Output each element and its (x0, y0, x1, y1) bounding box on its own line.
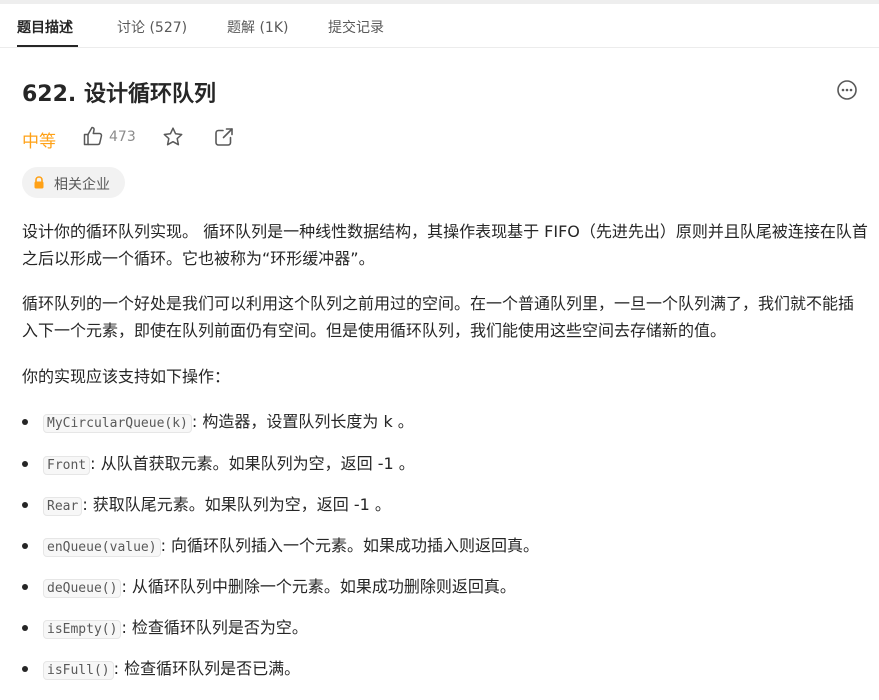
tab-submissions[interactable]: 提交记录 (328, 17, 384, 37)
problem-meta: 中等 473 (22, 125, 422, 152)
operation-description: : 从队首获取元素。如果队列为空，返回 -1 。 (90, 454, 415, 473)
star-icon[interactable] (162, 126, 184, 148)
inline-code: Rear (43, 497, 83, 516)
description-paragraph: 设计你的循环队列实现。 循环队列是一种线性数据结构，其操作表现基于 FIFO（先… (22, 222, 868, 268)
tab-bar: 题目描述 讨论 (527) 题解 (1K) 提交记录 (0, 4, 879, 48)
inline-code: enQueue(value) (43, 538, 161, 557)
bullet (22, 625, 28, 631)
operation-description: : 构造器，设置队列长度为 k 。 (191, 412, 414, 431)
bullet (22, 584, 28, 590)
lock-icon (34, 176, 44, 189)
problem-title: 622. 设计循环队列 (22, 82, 216, 107)
inline-code: deQueue() (43, 579, 122, 598)
description-paragraph: 你的实现应该支持如下操作： (22, 367, 231, 386)
bullet (22, 502, 28, 508)
operation-description: : 向循环队列插入一个元素。如果成功插入则返回真。 (160, 536, 540, 555)
bullet (22, 666, 28, 672)
inline-code: isEmpty() (43, 620, 122, 639)
tab-solutions[interactable]: 题解 (1K) (227, 17, 288, 37)
more-icon[interactable] (836, 79, 858, 101)
description-paragraph: 循环队列的一个好处是我们可以利用这个队列之前用过的空间。在一个普通队列里，一旦一… (22, 294, 855, 340)
tab-discussion[interactable]: 讨论 (527) (117, 17, 187, 37)
inline-code: MyCircularQueue(k) (43, 414, 192, 433)
bullet (22, 461, 28, 467)
bullet (22, 419, 28, 425)
difficulty-label: 中等 (22, 132, 56, 152)
thumbs-up-icon (83, 126, 103, 146)
share-icon[interactable] (213, 126, 235, 148)
operation-description: : 检查循环队列是否已满。 (113, 659, 301, 678)
operation-description: : 获取队尾元素。如果队列为空，返回 -1 。 (82, 495, 391, 514)
bullet (22, 543, 28, 549)
inline-code: Front (43, 456, 91, 475)
related-companies-label: 相关企业 (54, 177, 110, 193)
operation-description: : 从循环队列中删除一个元素。如果成功删除则返回真。 (121, 577, 516, 596)
tab-description[interactable]: 题目描述 (17, 17, 73, 37)
like-count: 473 (109, 129, 136, 145)
operation-description: : 检查循环队列是否为空。 (121, 618, 308, 637)
related-companies-button[interactable]: 相关企业 (22, 167, 125, 198)
inline-code: isFull() (43, 661, 114, 680)
active-tab-indicator (17, 45, 78, 47)
